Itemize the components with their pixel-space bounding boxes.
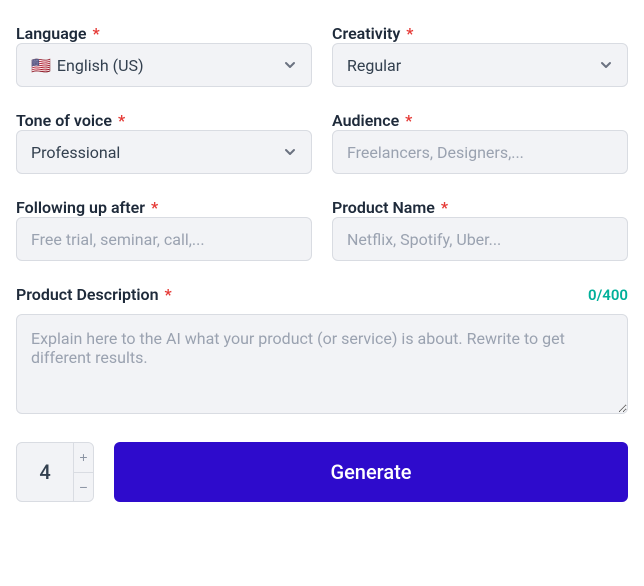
required-mark: * [93,24,100,43]
stepper-controls: + − [73,443,93,501]
audience-group: Audience * [332,111,628,174]
tone-label: Tone of voice * [16,111,312,130]
language-select[interactable]: 🇺🇸 English (US) [16,43,312,87]
creativity-value: Regular [347,56,401,75]
product-name-group: Product Name * [332,198,628,261]
followup-label: Following up after * [16,198,312,217]
product-name-label: Product Name * [332,198,628,217]
stepper-increment[interactable]: + [74,443,93,473]
stepper-value: 4 [17,443,73,501]
product-description-textarea[interactable] [16,314,628,414]
audience-label: Audience * [332,111,628,130]
creativity-label: Creativity * [332,24,628,43]
required-mark: * [441,198,448,217]
required-mark: * [405,111,412,130]
required-mark: * [406,24,413,43]
tone-select[interactable]: Professional [16,130,312,174]
language-label: Language * [16,24,312,43]
stepper-decrement[interactable]: − [74,473,93,502]
required-mark: * [151,198,158,217]
followup-input[interactable] [16,217,312,261]
language-value: English (US) [57,56,144,75]
flag-us-icon: 🇺🇸 [31,56,51,75]
generate-button[interactable]: Generate [114,442,628,502]
required-mark: * [118,111,125,130]
tone-group: Tone of voice * Professional [16,111,312,174]
product-description-group: Product Description * 0/400 [16,285,628,418]
quantity-stepper: 4 + − [16,442,94,502]
creativity-group: Creativity * Regular [332,24,628,87]
tone-value: Professional [31,143,120,162]
product-description-label: Product Description * [16,285,172,304]
creativity-select[interactable]: Regular [332,43,628,87]
followup-group: Following up after * [16,198,312,261]
required-mark: * [165,285,172,304]
language-group: Language * 🇺🇸 English (US) [16,24,312,87]
audience-input[interactable] [332,130,628,174]
product-name-input[interactable] [332,217,628,261]
char-counter: 0/400 [588,286,628,304]
